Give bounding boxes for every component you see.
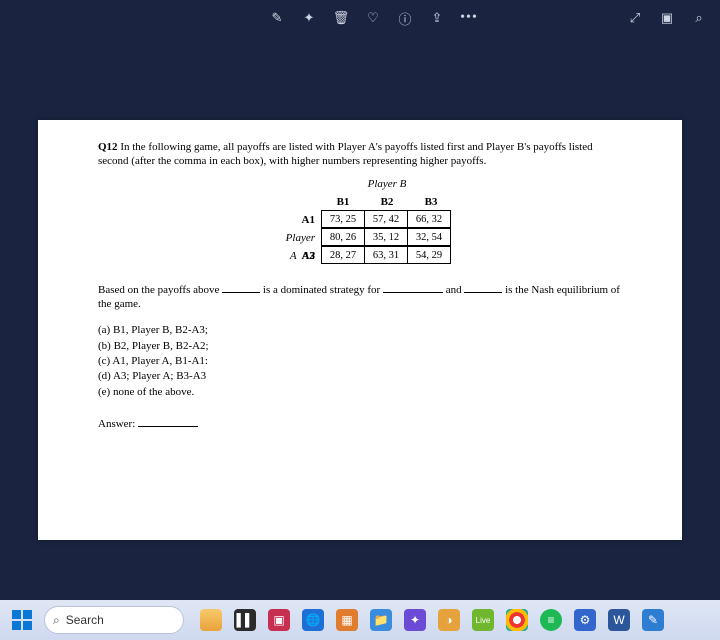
taskbar-search[interactable]: ⌕ Search [44, 606, 184, 634]
app-icon-11[interactable]: ✎ [642, 609, 664, 631]
search-icon: ⌕ [53, 613, 60, 628]
cell-a1b2: 57, 42 [364, 210, 408, 228]
player-b-label: Player B [321, 177, 453, 191]
cell-a2b1: 80, 26 [321, 228, 365, 246]
app-icon-10[interactable]: ⚙ [574, 609, 596, 631]
app-icon-7[interactable]: ✦ [404, 609, 426, 631]
app-icon-2[interactable]: ▌▌ [234, 609, 256, 631]
toolbar-right: ⤢ ▣ ⌕ [628, 11, 706, 25]
player-a-label: Player A A2 [267, 229, 321, 247]
cell-a3b3: 54, 29 [407, 246, 451, 264]
annotate-icon[interactable]: ✎ [270, 11, 284, 25]
toolbar-center: ✎ ✦ 🗑 ♡ ⓘ ⇪ ••• [270, 11, 476, 25]
question-label: Q12 [98, 141, 118, 153]
question-prompt: Q12 In the following game, all payoffs a… [98, 140, 622, 169]
question-text: In the following game, all payoffs are l… [98, 141, 593, 167]
answer-options: (a) B1, Player B, B2-A3; (b) B2, Player … [98, 323, 622, 398]
heart-icon[interactable]: ♡ [366, 11, 380, 25]
option-a: (a) B1, Player B, B2-A3; [98, 323, 622, 337]
viewer-toolbar: ✎ ✦ 🗑 ♡ ⓘ ⇪ ••• ⤢ ▣ ⌕ [0, 8, 720, 28]
app-icon-3[interactable]: ▣ [268, 609, 290, 631]
app-icon-spotify[interactable]: ≡ [540, 609, 562, 631]
app-icon-5[interactable]: ▦ [336, 609, 358, 631]
option-e: (e) none of the above. [98, 385, 622, 399]
question-document: Q12 In the following game, all payoffs a… [38, 120, 682, 540]
cell-a2b3: 32, 54 [407, 228, 451, 246]
taskbar-apps: ▌▌ ▣ 🌐 ▦ 📁 ✦ ◑ Live ≡ ⚙ W ✎ [200, 609, 664, 631]
app-icon-8[interactable]: ◑ [438, 609, 460, 631]
cell-a2b2: 35, 12 [364, 228, 408, 246]
option-b: (b) B2, Player B, B2-A2; [98, 339, 622, 353]
trash-icon[interactable]: 🗑 [334, 11, 348, 25]
windows-taskbar: ⌕ Search ▌▌ ▣ 🌐 ▦ 📁 ✦ ◑ Live ≡ ⚙ W ✎ [0, 600, 720, 640]
info-icon[interactable]: ⓘ [398, 11, 412, 25]
row-header-a1: A1 [267, 211, 321, 229]
app-icon-6[interactable]: 📁 [370, 609, 392, 631]
app-icon-live[interactable]: Live [472, 609, 494, 631]
slideshow-icon[interactable]: ▣ [660, 11, 674, 25]
expand-icon[interactable]: ⤢ [628, 11, 642, 25]
row-header-a3: A3 [267, 247, 321, 265]
app-icon-word[interactable]: W [608, 609, 630, 631]
option-d: (d) A3; Player A; B3-A3 [98, 369, 622, 383]
app-icon-chrome[interactable] [506, 609, 528, 631]
cell-a3b1: 28, 27 [321, 246, 365, 264]
share-icon[interactable]: ⇪ [430, 11, 444, 25]
more-icon[interactable]: ••• [462, 11, 476, 25]
sparkle-icon[interactable]: ✦ [302, 11, 316, 25]
fill-in-sentence: Based on the payoffs above is a dominate… [98, 283, 622, 312]
app-icon-4[interactable]: 🌐 [302, 609, 324, 631]
search-placeholder: Search [66, 613, 104, 627]
start-button[interactable] [8, 606, 36, 634]
answer-blank [138, 417, 198, 427]
blank-3 [464, 283, 502, 293]
cell-a1b3: 66, 32 [407, 210, 451, 228]
answer-line: Answer: [98, 417, 622, 431]
cell-a1b1: 73, 25 [321, 210, 365, 228]
app-icon-1[interactable] [200, 609, 222, 631]
zoom-icon[interactable]: ⌕ [692, 11, 706, 25]
cell-a3b2: 63, 31 [364, 246, 408, 264]
payoff-matrix: Player B B1 B2 B3 A1 73, 25 57, 42 66, 3… [98, 177, 622, 265]
blank-1 [222, 283, 260, 293]
option-c: (c) A1, Player A, B1-A1: [98, 354, 622, 368]
blank-2 [383, 283, 443, 293]
col-header-b1: B1 [321, 193, 365, 211]
col-header-b3: B3 [409, 193, 453, 211]
col-header-b2: B2 [365, 193, 409, 211]
